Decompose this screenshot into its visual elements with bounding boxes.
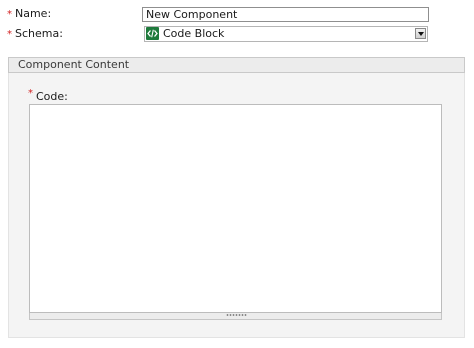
schema-select[interactable]: Code Block <box>144 26 428 42</box>
name-label: Name: <box>15 7 52 20</box>
code-textarea[interactable] <box>29 104 442 313</box>
component-content-header[interactable]: Component Content <box>8 57 465 73</box>
component-form: * Name: New Component * Schema: Code Blo… <box>0 0 474 348</box>
schema-row: * Schema: Code Block <box>0 26 474 42</box>
code-block-schema-icon <box>146 27 159 40</box>
name-row: * Name: New Component <box>0 6 474 22</box>
chevron-down-icon[interactable] <box>415 28 426 39</box>
required-marker: * <box>7 9 12 20</box>
schema-label: Schema: <box>15 27 63 40</box>
name-input[interactable]: New Component <box>142 7 429 22</box>
grip-icon <box>226 314 247 316</box>
schema-selected-value: Code Block <box>163 27 225 40</box>
required-marker: * <box>28 88 33 99</box>
required-marker: * <box>7 29 12 40</box>
textarea-resize-handle[interactable] <box>29 313 442 320</box>
code-label: Code: <box>36 90 68 103</box>
